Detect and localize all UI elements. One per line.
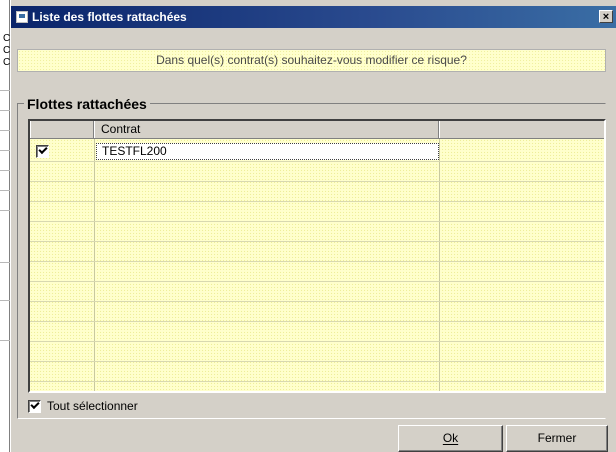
group-title: Flottes rattachées (24, 96, 150, 112)
row-checkbox[interactable] (36, 144, 49, 158)
question-banner: Dans quel(s) contrat(s) souhaitez-vous m… (17, 49, 606, 72)
close-button[interactable]: × (599, 10, 613, 23)
grid-header: Contrat (30, 121, 604, 139)
fermer-button-label: Fermer (537, 431, 577, 445)
column-header-check[interactable] (30, 121, 94, 138)
fermer-button[interactable]: Fermer (506, 425, 608, 452)
ok-button-label: Ok (442, 431, 459, 445)
column-header-contrat[interactable]: Contrat (94, 121, 439, 138)
checkmark-icon (30, 399, 40, 409)
contrat-cell[interactable]: TESTFL200 (102, 143, 167, 159)
checkmark-icon (38, 144, 48, 155)
app-icon (16, 11, 28, 23)
contracts-grid[interactable]: Contrat TESTFL200 (28, 119, 606, 393)
ok-button[interactable]: Ok (398, 425, 503, 452)
select-all-control[interactable]: Tout sélectionner (28, 398, 138, 414)
title-bar[interactable]: Liste des flottes rattachées × (11, 6, 616, 28)
select-all-checkbox[interactable] (28, 399, 41, 413)
column-header-extra[interactable] (439, 121, 604, 138)
background-window-strip: C C C (0, 0, 10, 452)
table-row[interactable]: TESTFL200 (30, 143, 604, 161)
select-all-label[interactable]: Tout sélectionner (47, 399, 138, 413)
window-title: Liste des flottes rattachées (32, 10, 187, 24)
